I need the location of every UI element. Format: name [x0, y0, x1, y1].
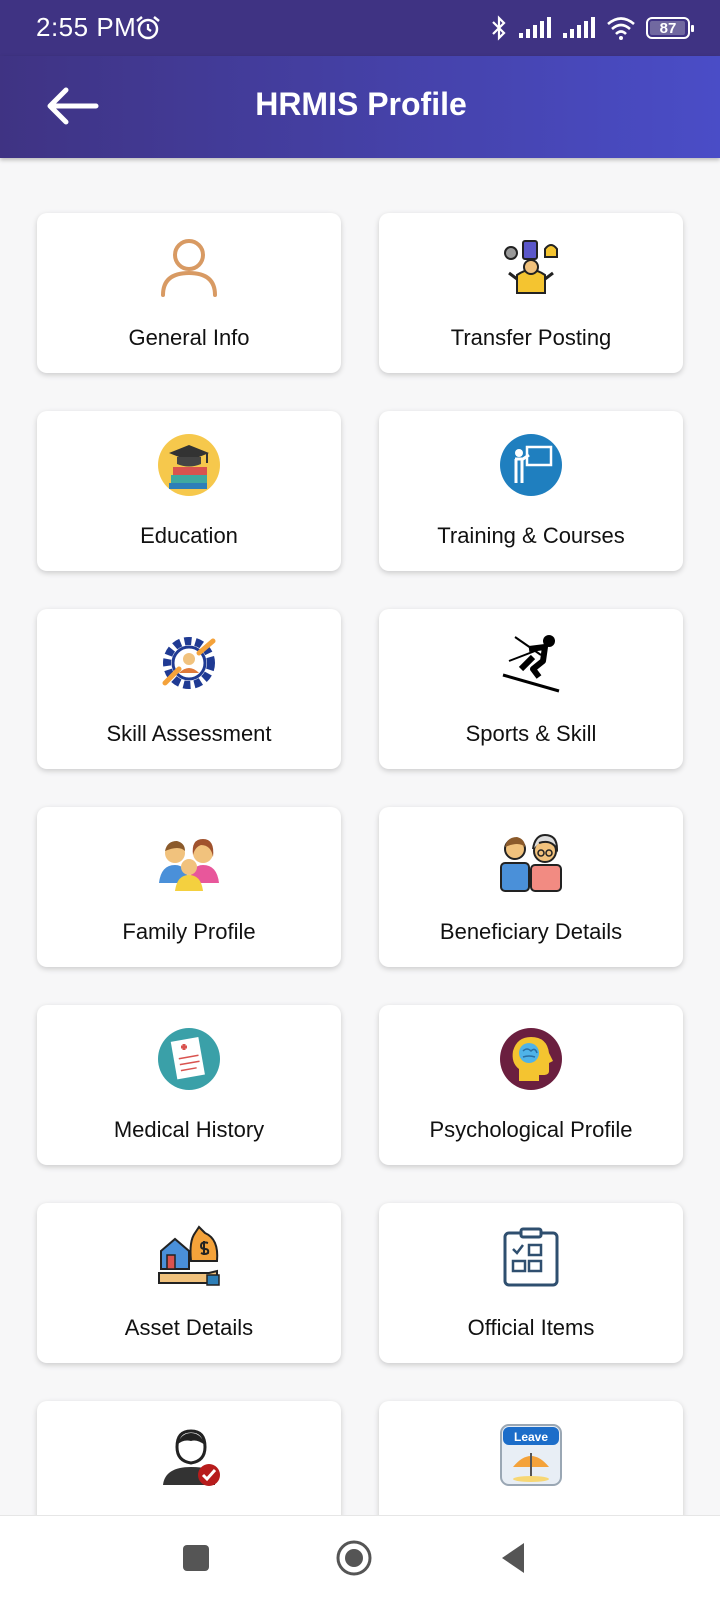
tile-label: Training & Courses [437, 523, 625, 548]
tile-psychological-profile[interactable]: Psychological Profile [379, 1005, 683, 1165]
tile-label: Transfer Posting [450, 325, 612, 350]
tile-education[interactable]: Education [37, 411, 341, 571]
tile-label: Sports & Skill [465, 721, 597, 746]
asset-icon [158, 1225, 220, 1286]
tile-label: Asset Details [124, 1315, 254, 1340]
status-bar: 2:55 PM 87 [0, 0, 720, 56]
tile-training-courses[interactable]: Training & Courses [379, 411, 683, 571]
user-check-icon [163, 1429, 220, 1486]
education-icon [158, 434, 220, 496]
tile-label: Beneficiary Details [439, 919, 623, 944]
page-title: HRMIS Profile [255, 86, 467, 122]
tile-label: Psychological Profile [429, 1117, 633, 1142]
battery-level: 87 [659, 19, 677, 37]
tile-label: General Info [128, 325, 250, 350]
tile-beneficiary-details[interactable]: Beneficiary Details [379, 807, 683, 967]
clipboard-icon [503, 1227, 559, 1287]
leave-calendar-icon: Leave [500, 1424, 562, 1486]
leave-badge: Leave [514, 1430, 548, 1444]
tile-label: Education [140, 523, 238, 548]
tile-asset-details[interactable]: Asset Details [37, 1203, 341, 1363]
tile-label: Official Items [467, 1315, 595, 1340]
medical-report-icon [158, 1028, 220, 1090]
recents-square-icon[interactable] [176, 1538, 216, 1578]
tile-general-info[interactable]: General Info [37, 213, 341, 373]
system-nav-bar [0, 1516, 720, 1600]
gear-person-icon [162, 637, 216, 689]
signal-icon [519, 17, 551, 38]
alarm-icon [136, 16, 160, 40]
bluetooth-icon [492, 15, 506, 41]
tile-family-profile[interactable]: Family Profile [37, 807, 341, 967]
app-bar: HRMIS Profile [0, 56, 720, 158]
transfer-posting-icon [504, 240, 558, 294]
signal-icon-2 [563, 17, 595, 38]
battery-indicator: 87 [646, 17, 694, 39]
family-icon [159, 839, 219, 891]
back-triangle-icon[interactable] [494, 1538, 534, 1578]
profile-menu-grid: General Info Transfer Posting Education [37, 213, 685, 1561]
beneficiary-icon [500, 833, 562, 892]
tile-label: Skill Assessment [106, 721, 272, 746]
skier-icon [502, 635, 560, 693]
tile-skill-assessment[interactable]: Skill Assessment [37, 609, 341, 769]
tile-transfer-posting[interactable]: Transfer Posting [379, 213, 683, 373]
tile-medical-history[interactable]: Medical History [37, 1005, 341, 1165]
tile-label: Family Profile [122, 919, 256, 944]
training-icon [500, 434, 562, 496]
status-time: 2:55 PM [36, 12, 137, 42]
person-icon [161, 239, 217, 297]
home-circle-icon[interactable] [334, 1538, 374, 1578]
tile-sports-skill[interactable]: Sports & Skill [379, 609, 683, 769]
brain-head-icon [500, 1028, 562, 1090]
wifi-icon [607, 17, 635, 40]
status-icons: 87 [490, 12, 694, 44]
tile-label: Medical History [113, 1117, 265, 1142]
tile-official-items[interactable]: Official Items [379, 1203, 683, 1363]
